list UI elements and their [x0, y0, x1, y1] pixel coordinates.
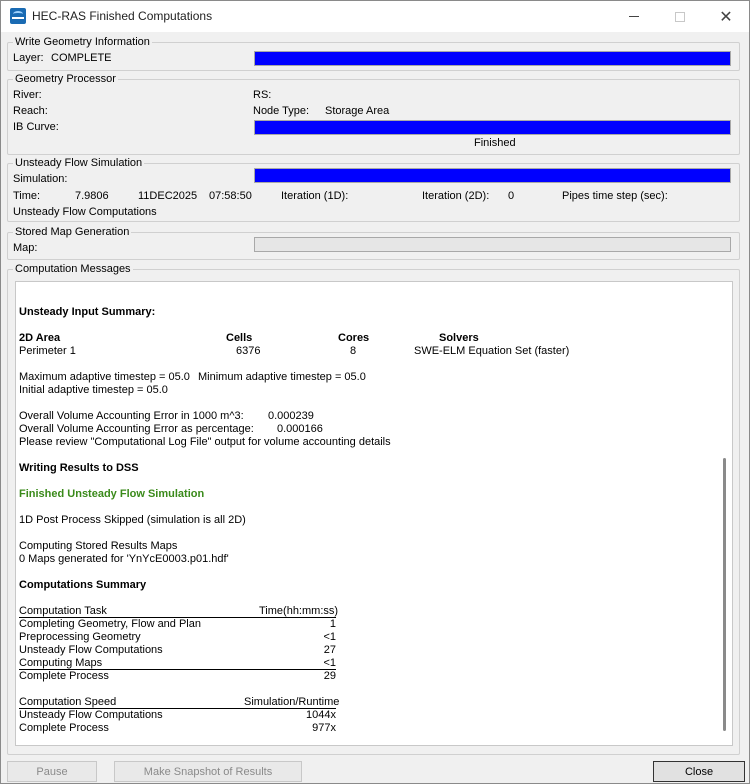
pause-button[interactable]: Pause — [7, 761, 97, 782]
computing-maps-message: Computing Stored Results Maps — [19, 540, 178, 552]
speed-row-task: Complete Process — [19, 722, 109, 734]
ib-curve-label: IB Curve: — [13, 121, 59, 133]
map-label: Map: — [13, 242, 38, 254]
maps-generated-message: 0 Maps generated for 'YnYcE0003.p01.hdf' — [19, 553, 229, 565]
solvers-column-header: Solvers — [439, 332, 479, 344]
close-window-button[interactable]: ✕ — [703, 1, 749, 32]
close-button[interactable]: Close — [653, 761, 745, 782]
rs-label: RS: — [253, 89, 272, 101]
stored-map-progress — [254, 237, 731, 252]
computation-messages-title: Computation Messages — [13, 263, 133, 276]
geometry-processor-progress-fill — [255, 121, 730, 134]
reach-label: Reach: — [13, 105, 48, 117]
iteration-1d-label: Iteration (1D): — [281, 190, 349, 202]
volume-pct-value: 0.000166 — [277, 423, 323, 435]
input-summary-heading: Unsteady Input Summary: — [19, 306, 156, 318]
cores-column-header: Cores — [338, 332, 370, 344]
computations-summary-heading: Computations Summary — [19, 579, 147, 591]
area-row-cells: 6376 — [236, 345, 261, 357]
maximize-icon — [675, 11, 685, 22]
max-timestep-line: Maximum adaptive timestep = 05.0 — [19, 371, 190, 383]
minimize-button[interactable] — [611, 1, 657, 32]
simulation-label: Simulation: — [13, 173, 68, 185]
min-timestep-line: Minimum adaptive timestep = 05.0 — [198, 371, 366, 383]
geometry-processor-title: Geometry Processor — [13, 73, 118, 86]
hec-ras-app-icon — [10, 8, 26, 24]
area-column-header: 2D Area — [19, 332, 61, 344]
unsteady-status: Unsteady Flow Computations — [13, 206, 157, 218]
layer-label: Layer: — [13, 52, 44, 64]
area-row-solvers: SWE-ELM Equation Set (faster) — [414, 345, 570, 357]
initial-timestep-line: Initial adaptive timestep = 05.0 — [19, 384, 168, 396]
clock-value: 07:58:50 — [209, 190, 252, 202]
write-geometry-progress — [254, 51, 731, 66]
speed-row-value: 977x — [312, 722, 336, 734]
task-row-task: Completing Geometry, Flow and Plan — [19, 618, 201, 630]
unsteady-flow-title: Unsteady Flow Simulation — [13, 157, 145, 170]
messages-scroll-thumb[interactable] — [723, 458, 726, 731]
speed-row-value: 1044x — [306, 709, 336, 721]
river-label: River: — [13, 89, 42, 101]
geometry-processor-progress — [254, 120, 731, 135]
writing-results-heading: Writing Results to DSS — [19, 462, 139, 474]
simulation-progress — [254, 168, 731, 183]
finished-computations-window: HEC-RAS Finished Computations ✕ Write Ge… — [0, 0, 750, 784]
post-process-message: 1D Post Process Skipped (simulation is a… — [19, 514, 246, 526]
speed-row-task: Unsteady Flow Computations — [19, 709, 163, 721]
review-note: Please review "Computational Log File" o… — [19, 436, 391, 448]
time-label: Time: — [13, 190, 41, 202]
make-snapshot-button[interactable]: Make Snapshot of Results — [114, 761, 302, 782]
window-title: HEC-RAS Finished Computations — [32, 9, 213, 23]
node-type-value: Storage Area — [325, 105, 390, 117]
write-geometry-title: Write Geometry Information — [13, 36, 152, 49]
title-bar: HEC-RAS Finished Computations ✕ — [1, 1, 749, 32]
task-row-task: Preprocessing Geometry — [19, 631, 141, 643]
volume-error-value: 0.000239 — [268, 410, 314, 422]
iteration-2d-value: 0 — [508, 190, 515, 202]
layer-value: COMPLETE — [51, 52, 112, 64]
write-geometry-progress-fill — [255, 52, 730, 65]
area-row-cores: 8 — [350, 345, 357, 357]
close-icon: ✕ — [719, 8, 733, 26]
task-row-time: 29 — [323, 670, 336, 682]
pipes-time-step-label: Pipes time step (sec): — [562, 190, 668, 202]
node-type-label: Node Type: — [253, 105, 310, 117]
minimize-icon — [629, 16, 639, 17]
date-value: 11DEC2025 — [138, 190, 198, 202]
finished-simulation-message: Finished Unsteady Flow Simulation — [19, 488, 205, 500]
geometry-status: Finished — [474, 137, 516, 149]
task-row-time: 27 — [323, 644, 336, 656]
volume-pct-label: Overall Volume Accounting Error as perce… — [19, 423, 254, 435]
time-value: 7.9806 — [75, 190, 109, 202]
simulation-progress-fill — [255, 169, 730, 182]
messages-scrollbar[interactable] — [718, 282, 732, 745]
volume-error-label: Overall Volume Accounting Error in 1000 … — [19, 410, 244, 422]
stored-map-title: Stored Map Generation — [13, 226, 132, 239]
task-row-task: Complete Process — [19, 670, 109, 682]
task-row-time: 1 — [329, 618, 336, 630]
cells-column-header: Cells — [226, 332, 253, 344]
computation-messages-log[interactable]: Unsteady Input Summary: 2D Area Cells Co… — [15, 281, 733, 746]
task-row-time: <1 — [323, 631, 336, 643]
maximize-button[interactable] — [657, 1, 703, 32]
area-row-name: Perimeter 1 — [19, 345, 76, 357]
task-row-task: Unsteady Flow Computations — [19, 644, 163, 656]
iteration-2d-label: Iteration (2D): — [422, 190, 490, 202]
